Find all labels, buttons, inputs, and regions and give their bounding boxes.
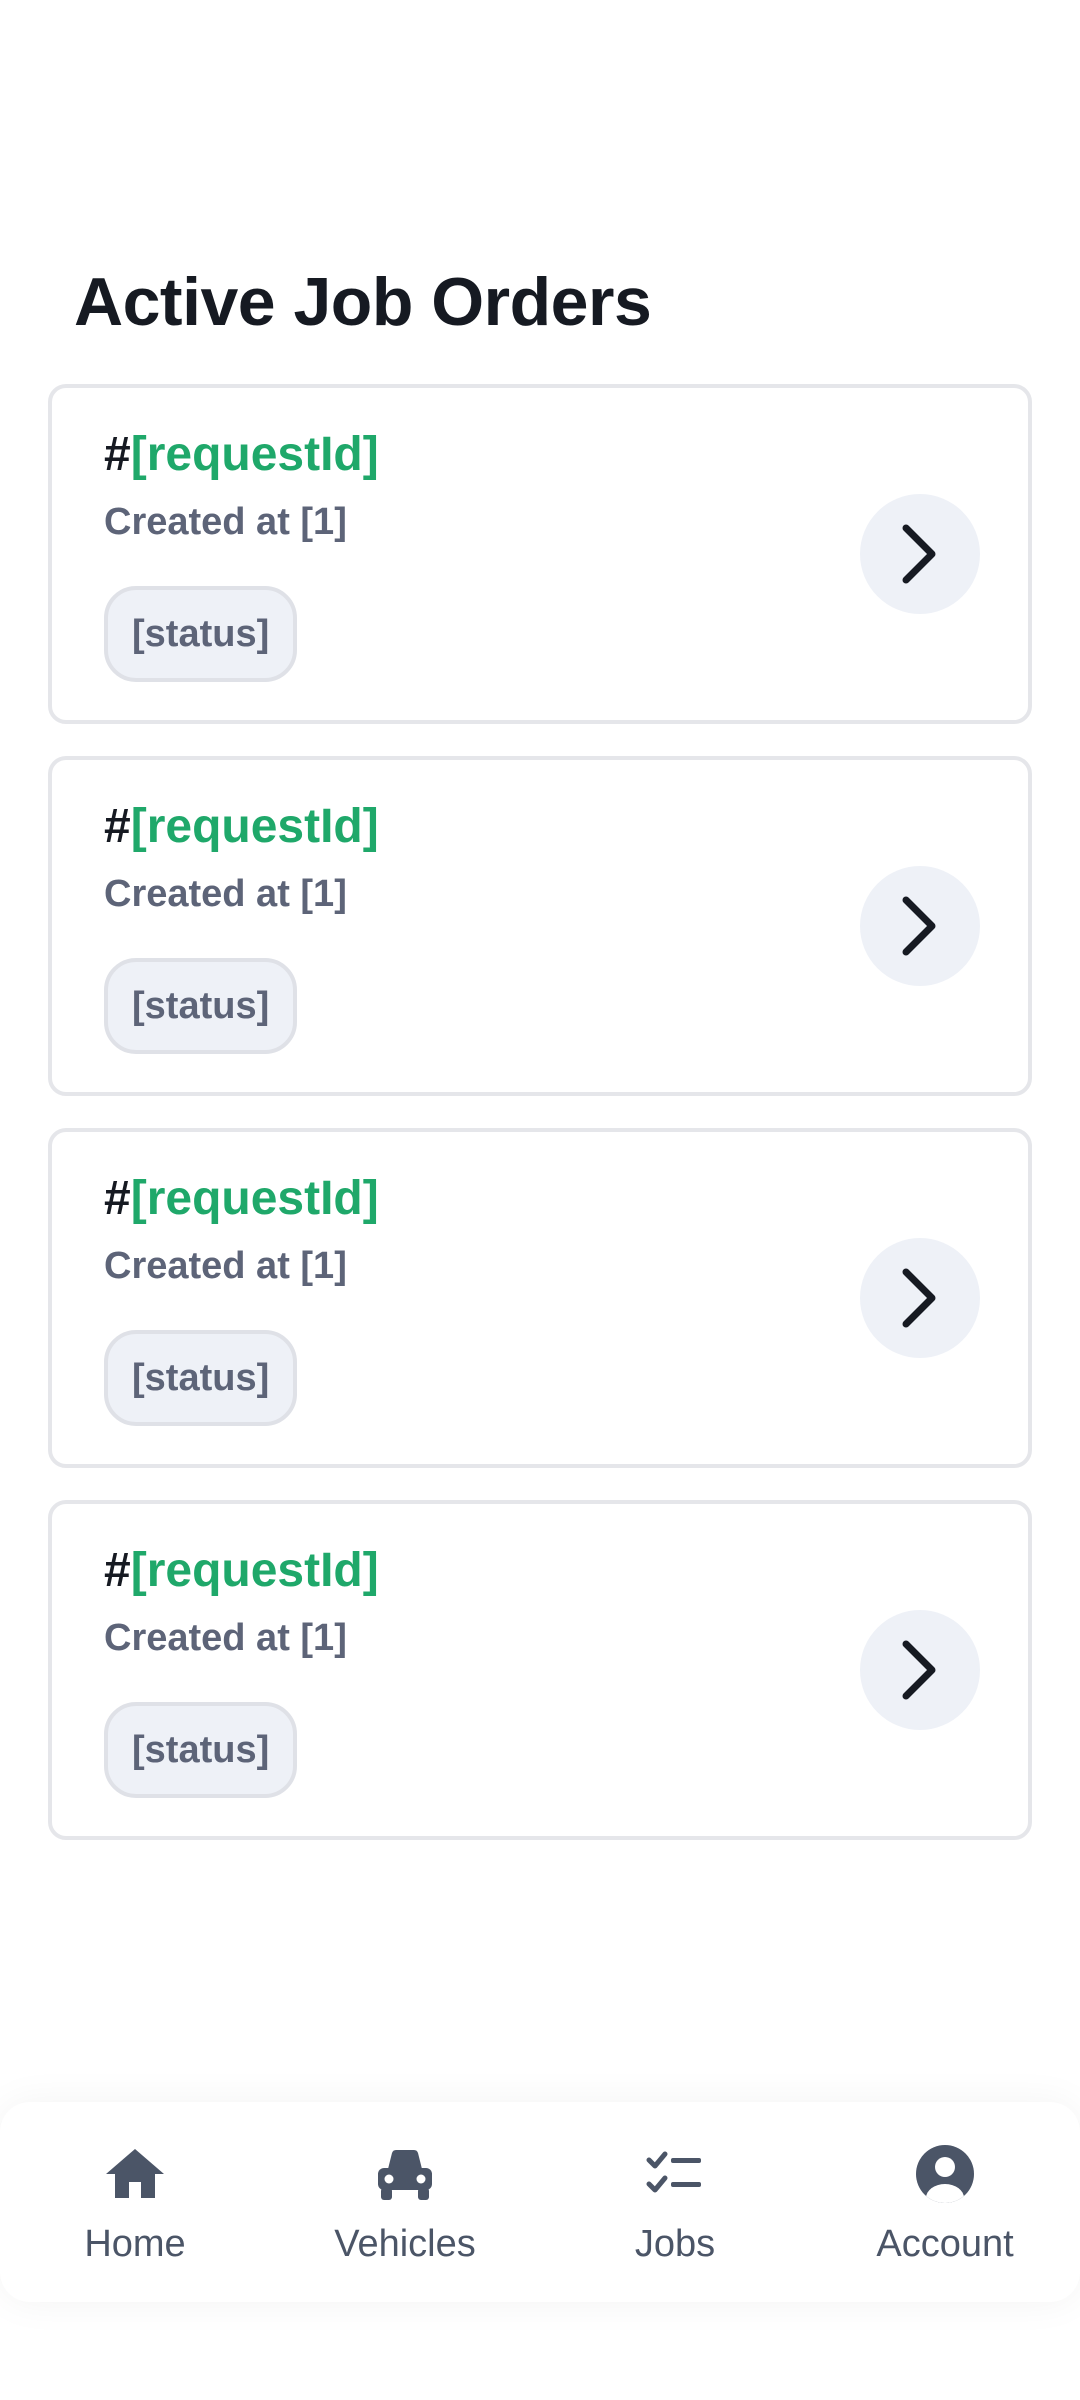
hash-symbol: # (104, 1172, 131, 1225)
job-card[interactable]: #[requestId] Created at [1] [status] (48, 1128, 1032, 1468)
hash-symbol: # (104, 428, 131, 481)
status-badge: [status] (104, 958, 298, 1054)
job-request-id: #[requestId] (104, 798, 379, 856)
nav-label: Jobs (634, 2223, 716, 2265)
chevron-right-icon (902, 1640, 936, 1700)
checklist-icon (646, 2151, 701, 2193)
job-card[interactable]: #[requestId] Created at [1] [status] (48, 384, 1032, 724)
status-badge: [status] (104, 586, 298, 682)
user-circle-icon (916, 2145, 974, 2203)
nav-item-vehicles[interactable]: Vehicles (270, 2102, 540, 2302)
request-id-value: [requestId] (130, 1172, 379, 1225)
open-job-button[interactable] (860, 866, 980, 986)
status-badge: [status] (104, 1330, 298, 1426)
request-id-value: [requestId] (130, 800, 379, 853)
created-at-text: Created at [1] (104, 1245, 347, 1287)
status-badge: [status] (104, 1702, 298, 1798)
nav-item-account[interactable]: Account (810, 2102, 1080, 2302)
job-order-list: #[requestId] Created at [1] [status] #[r… (48, 384, 1032, 1872)
created-at-text: Created at [1] (104, 873, 347, 915)
job-request-id: #[requestId] (104, 1170, 379, 1228)
hash-symbol: # (104, 800, 131, 853)
nav-label: Account (876, 2223, 1014, 2265)
nav-item-home[interactable]: Home (0, 2102, 270, 2302)
request-id-value: [requestId] (130, 428, 379, 481)
open-job-button[interactable] (860, 494, 980, 614)
chevron-right-icon (902, 1268, 936, 1328)
created-at-text: Created at [1] (104, 1617, 347, 1659)
job-card[interactable]: #[requestId] Created at [1] [status] (48, 756, 1032, 1096)
page-title: Active Job Orders (74, 264, 652, 340)
created-at-text: Created at [1] (104, 501, 347, 543)
chevron-right-icon (902, 524, 936, 584)
request-id-value: [requestId] (130, 1544, 379, 1597)
open-job-button[interactable] (860, 1610, 980, 1730)
job-card[interactable]: #[requestId] Created at [1] [status] (48, 1500, 1032, 1840)
nav-label: Home (84, 2223, 186, 2265)
job-request-id: #[requestId] (104, 1542, 379, 1600)
car-icon (378, 2150, 432, 2200)
hash-symbol: # (104, 1544, 131, 1597)
bottom-navigation: Home Vehicles Jobs Account (0, 2102, 1080, 2302)
chevron-right-icon (902, 896, 936, 956)
open-job-button[interactable] (860, 1238, 980, 1358)
home-icon (106, 2149, 164, 2198)
nav-item-jobs[interactable]: Jobs (540, 2102, 810, 2302)
nav-label: Vehicles (334, 2223, 476, 2265)
job-request-id: #[requestId] (104, 426, 379, 484)
